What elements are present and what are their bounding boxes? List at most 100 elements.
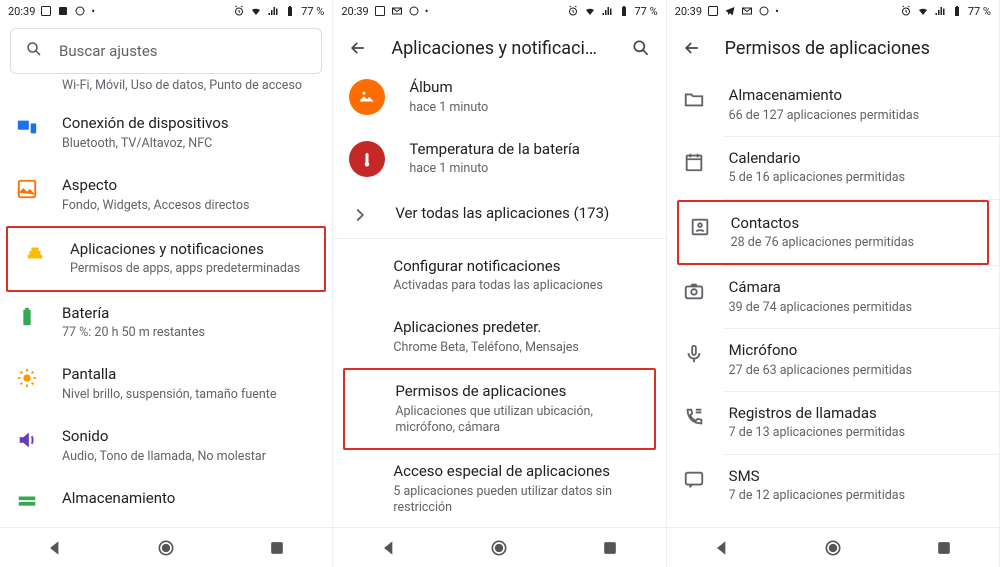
signal-icon: [934, 5, 946, 17]
setting-aspecto[interactable]: Aspecto Fondo, Widgets, Accesos directos: [0, 164, 332, 226]
perm-contactos[interactable]: Contactos 28 de 76 aplicaciones permitid…: [679, 202, 987, 264]
perm-title: Micrófono: [729, 341, 983, 361]
setting-almacenamiento[interactable]: Almacenamiento: [0, 477, 332, 513]
row-title: Configurar notificaciones: [393, 257, 649, 277]
nav-home[interactable]: [488, 537, 510, 559]
wifi-icon: [584, 5, 596, 17]
setting-title: Almacenamiento: [62, 489, 316, 509]
battery-text: 77 %: [635, 5, 658, 18]
permissions-list: Almacenamiento 66 de 127 aplicaciones pe…: [667, 74, 999, 527]
highlight-permisos: Permisos de aplicaciones Aplicaciones qu…: [343, 368, 655, 450]
battery-icon: [951, 5, 963, 17]
status-time: 20:39: [341, 5, 368, 18]
perm-sms[interactable]: SMS 7 de 12 aplicaciones permitidas: [667, 455, 999, 517]
album-app-icon: [349, 79, 385, 115]
highlight-contactos: Contactos 28 de 76 aplicaciones permitid…: [677, 200, 989, 266]
battery-text: 77 %: [301, 5, 324, 18]
wallpaper-icon: [16, 178, 38, 200]
recent-app-temp-bateria[interactable]: Temperatura de la batería hace 1 minuto: [333, 128, 665, 190]
wifi-icon: [917, 5, 929, 17]
perm-sub: 27 de 63 aplicaciones permitidas: [729, 363, 983, 379]
perm-almacenamiento[interactable]: Almacenamiento 66 de 127 aplicaciones pe…: [667, 74, 999, 136]
page-title: Aplicaciones y notificaci…: [391, 38, 607, 59]
perm-sub: 66 de 127 aplicaciones permitidas: [729, 108, 983, 124]
perm-title: SMS: [729, 467, 983, 487]
app-name: Temperatura de la batería: [409, 140, 649, 160]
nav-home[interactable]: [822, 537, 844, 559]
search-placeholder: Buscar ajustes: [59, 42, 158, 60]
see-all-apps[interactable]: Ver todas las aplicaciones (173): [333, 190, 665, 238]
nav-recents[interactable]: [933, 537, 955, 559]
perm-camara[interactable]: Cámara 39 de 74 aplicaciones permitidas: [667, 266, 999, 328]
battery-icon: [16, 306, 38, 328]
perm-title: Contactos: [731, 214, 971, 234]
gmail-icon: [391, 5, 403, 17]
perm-sub: 5 de 16 aplicaciones permitidas: [729, 170, 983, 186]
setting-title: Sonido: [62, 427, 316, 447]
circle-icon: [74, 5, 86, 17]
nav-bar: [0, 527, 332, 567]
row-permisos-aplicaciones[interactable]: Permisos de aplicaciones Aplicaciones qu…: [345, 370, 653, 448]
row-acceso-especial[interactable]: Acceso especial de aplicaciones 5 aplica…: [333, 450, 665, 527]
battery-icon: [618, 5, 630, 17]
row-aplicaciones-predeter[interactable]: Aplicaciones predeter. Chrome Beta, Telé…: [333, 306, 665, 368]
nav-recents[interactable]: [599, 537, 621, 559]
microphone-icon: [683, 343, 705, 365]
screen-apps-notifications: 20:39 • 77 % Aplicaciones y notificaci… …: [333, 0, 666, 567]
battery-temp-app-icon: [349, 141, 385, 177]
circle-icon: [758, 5, 770, 17]
perm-microfono[interactable]: Micrófono 27 de 63 aplicaciones permitid…: [667, 329, 999, 391]
setting-conexion-dispositivos[interactable]: Conexión de dispositivos Bluetooth, TV/A…: [0, 102, 332, 164]
app-name: Álbum: [409, 78, 649, 98]
status-time: 20:39: [675, 5, 702, 18]
status-time: 20:39: [8, 5, 35, 18]
row-sub: Aplicaciones que utilizan ubicación, mic…: [395, 404, 637, 437]
nav-back[interactable]: [378, 537, 400, 559]
setting-title: Batería: [62, 304, 316, 324]
screen-app-permissions: 20:39 • 77 % Permisos de aplicaciones Al…: [667, 0, 1000, 567]
apps-icon: [24, 242, 46, 264]
app-notif-icon: [57, 5, 69, 17]
prev-item-subtitle: Wi-Fi, Móvil, Uso de datos, Punto de acc…: [0, 78, 332, 102]
status-bar: 20:39 • 77 %: [333, 0, 665, 22]
setting-sub: Bluetooth, TV/Altavoz, NFC: [62, 136, 316, 152]
perm-calendario[interactable]: Calendario 5 de 16 aplicaciones permitid…: [667, 137, 999, 199]
back-button[interactable]: [347, 37, 369, 59]
page-title: Permisos de aplicaciones: [725, 38, 985, 59]
battery-text: 77 %: [968, 5, 991, 18]
row-sub: Activadas para todas las aplicaciones: [393, 278, 649, 294]
telegram-icon: [724, 5, 736, 17]
perm-registros-llamadas[interactable]: Registros de llamadas 7 de 13 aplicacion…: [667, 392, 999, 454]
perm-sub: 7 de 13 aplicaciones permitidas: [729, 425, 983, 441]
setting-sub: Audio, Tono de llamada, No molestar: [62, 449, 316, 465]
nav-recents[interactable]: [266, 537, 288, 559]
row-configurar-notificaciones[interactable]: Configurar notificaciones Activadas para…: [333, 245, 665, 307]
setting-title: Conexión de dispositivos: [62, 114, 316, 134]
signal-icon: [601, 5, 613, 17]
row-sub: Chrome Beta, Teléfono, Mensajes: [393, 340, 649, 356]
alarm-icon: [233, 5, 245, 17]
battery-icon: [284, 5, 296, 17]
setting-sonido[interactable]: Sonido Audio, Tono de llamada, No molest…: [0, 415, 332, 477]
search-settings[interactable]: Buscar ajustes: [10, 28, 322, 74]
screenshot-icon: [707, 5, 719, 17]
row-sub: 5 aplicaciones pueden utilizar datos sin…: [393, 484, 649, 517]
highlight-apps-notifs: Aplicaciones y notificaciones Permisos d…: [6, 226, 326, 292]
setting-title: Aplicaciones y notificaciones: [70, 240, 308, 260]
wifi-icon: [250, 5, 262, 17]
app-time: hace 1 minuto: [409, 161, 649, 177]
setting-pantalla[interactable]: Pantalla Nivel brillo, suspensión, tamañ…: [0, 353, 332, 415]
perm-sub: 28 de 76 aplicaciones permitidas: [731, 235, 971, 251]
sound-icon: [16, 429, 38, 451]
row-title: Aplicaciones predeter.: [393, 318, 649, 338]
calendar-icon: [683, 151, 705, 173]
back-button[interactable]: [681, 37, 703, 59]
nav-back[interactable]: [711, 537, 733, 559]
recent-app-album[interactable]: Álbum hace 1 minuto: [333, 74, 665, 128]
nav-back[interactable]: [44, 537, 66, 559]
setting-bateria[interactable]: Batería 77 %: 20 h 50 m restantes: [0, 292, 332, 354]
setting-aplicaciones-notificaciones[interactable]: Aplicaciones y notificaciones Permisos d…: [8, 228, 324, 290]
nav-home[interactable]: [155, 537, 177, 559]
apps-list: Álbum hace 1 minuto Temperatura de la ba…: [333, 74, 665, 527]
search-button[interactable]: [630, 37, 652, 59]
